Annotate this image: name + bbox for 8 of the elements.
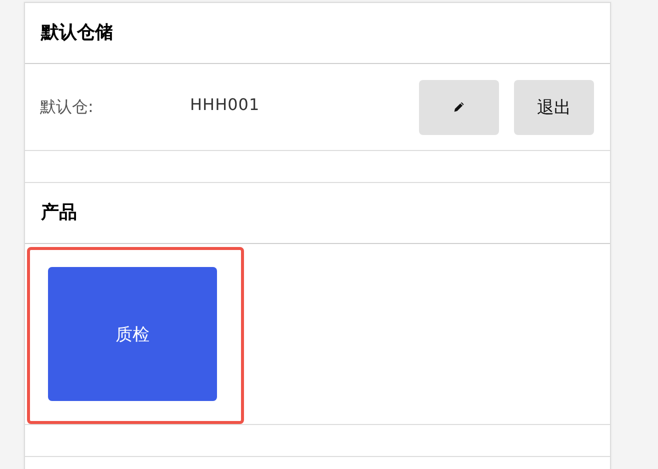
logout-button[interactable]: 退出 <box>514 80 594 134</box>
pencil-icon <box>453 101 465 113</box>
section-title: 产品 <box>25 183 610 244</box>
field-label: 默认仓: <box>40 96 94 118</box>
edit-button[interactable] <box>419 80 499 134</box>
section-title: 默认仓储 <box>25 3 610 64</box>
product-tile[interactable]: 质检 <box>48 267 217 401</box>
field-value: HHH001 <box>190 94 260 114</box>
